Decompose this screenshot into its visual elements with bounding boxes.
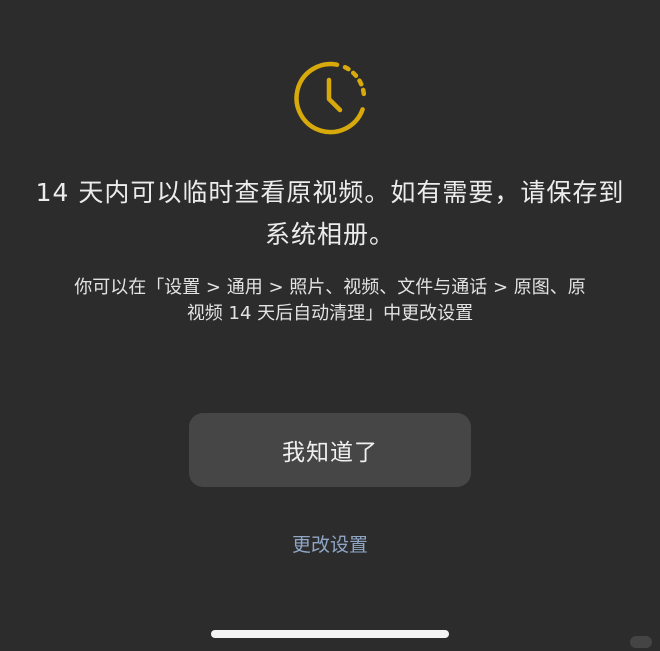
home-indicator[interactable] <box>211 630 449 638</box>
headline-line-2: 系统相册。 <box>264 220 395 249</box>
clock-icon <box>294 61 367 135</box>
got-it-button[interactable]: 我知道了 <box>189 413 471 487</box>
change-settings-link[interactable]: 更改设置 <box>230 530 430 557</box>
dialog-subtext: 你可以在「设置 > 通用 > 照片、视频、文件与通话 > 原图、原 视频 14 … <box>30 275 630 327</box>
dialog-headline: 14 天内可以临时查看原视频。如有需要，请保存到 系统相册。 <box>30 172 630 256</box>
subtext-line-1: 你可以在「设置 > 通用 > 照片、视频、文件与通话 > 原图、原 <box>74 277 586 298</box>
subtext-line-2: 视频 14 天后自动清理」中更改设置 <box>186 303 474 324</box>
watermark-icon <box>630 636 652 648</box>
dialog-screen: 14 天内可以临时查看原视频。如有需要，请保存到 系统相册。 你可以在「设置 >… <box>0 0 660 651</box>
headline-line-1: 14 天内可以临时查看原视频。如有需要，请保存到 <box>35 178 625 207</box>
